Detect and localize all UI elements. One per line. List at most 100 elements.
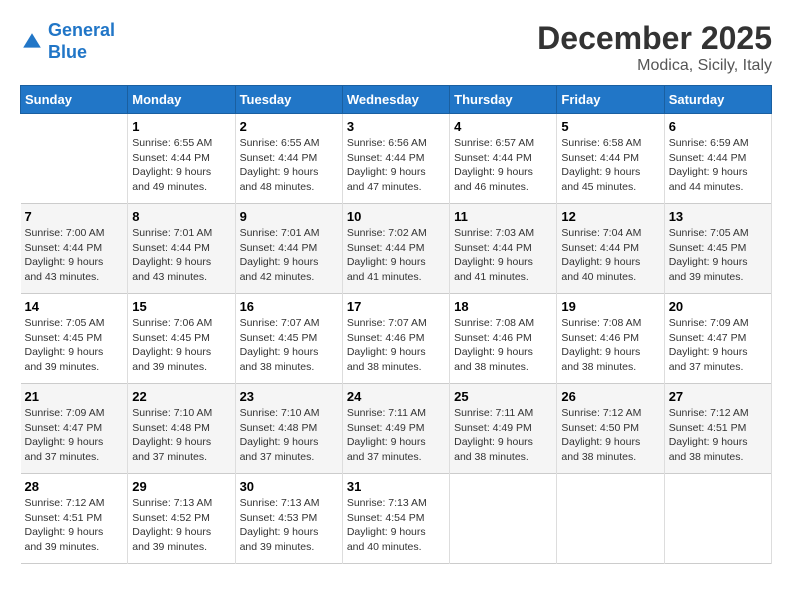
calendar-cell	[450, 474, 557, 564]
day-info: Sunrise: 7:05 AM Sunset: 4:45 PM Dayligh…	[25, 316, 124, 375]
day-info: Sunrise: 6:59 AM Sunset: 4:44 PM Dayligh…	[669, 136, 767, 195]
logo-line1: General	[48, 20, 115, 40]
day-number: 4	[454, 119, 552, 134]
calendar-cell: 5 Sunrise: 6:58 AM Sunset: 4:44 PM Daylig…	[557, 114, 664, 204]
day-info: Sunrise: 7:13 AM Sunset: 4:54 PM Dayligh…	[347, 496, 445, 555]
calendar-cell: 3 Sunrise: 6:56 AM Sunset: 4:44 PM Daylig…	[342, 114, 449, 204]
day-info: Sunrise: 6:56 AM Sunset: 4:44 PM Dayligh…	[347, 136, 445, 195]
calendar-cell: 28 Sunrise: 7:12 AM Sunset: 4:51 PM Dayli…	[21, 474, 128, 564]
day-number: 9	[240, 209, 338, 224]
day-number: 12	[561, 209, 659, 224]
calendar-cell: 2 Sunrise: 6:55 AM Sunset: 4:44 PM Daylig…	[235, 114, 342, 204]
day-info: Sunrise: 7:11 AM Sunset: 4:49 PM Dayligh…	[347, 406, 445, 465]
logo-text: General Blue	[48, 20, 115, 63]
calendar-cell	[664, 474, 771, 564]
calendar-cell: 8Sunrise: 7:01 AM Sunset: 4:44 PM Daylig…	[128, 204, 235, 294]
day-info: Sunrise: 7:12 AM Sunset: 4:51 PM Dayligh…	[25, 496, 124, 555]
day-number: 23	[240, 389, 338, 404]
calendar-cell: 23 Sunrise: 7:10 AM Sunset: 4:48 PM Dayli…	[235, 384, 342, 474]
day-info: Sunrise: 6:57 AM Sunset: 4:44 PM Dayligh…	[454, 136, 552, 195]
calendar-cell: 12 Sunrise: 7:04 AM Sunset: 4:44 PM Dayli…	[557, 204, 664, 294]
day-info: Sunrise: 7:07 AM Sunset: 4:46 PM Dayligh…	[347, 316, 445, 375]
day-number: 15	[132, 299, 230, 314]
day-number: 6	[669, 119, 767, 134]
calendar-cell: 10Sunrise: 7:02 AM Sunset: 4:44 PM Dayli…	[342, 204, 449, 294]
calendar-cell: 13 Sunrise: 7:05 AM Sunset: 4:45 PM Dayli…	[664, 204, 771, 294]
day-number: 8	[132, 209, 230, 224]
day-number: 5	[561, 119, 659, 134]
calendar-cell: 18 Sunrise: 7:08 AM Sunset: 4:46 PM Dayli…	[450, 294, 557, 384]
calendar-cell: 7Sunrise: 7:00 AM Sunset: 4:44 PM Daylig…	[21, 204, 128, 294]
day-info: Sunrise: 7:08 AM Sunset: 4:46 PM Dayligh…	[454, 316, 552, 375]
day-info: Sunrise: 7:09 AM Sunset: 4:47 PM Dayligh…	[669, 316, 767, 375]
day-info: Sunrise: 7:05 AM Sunset: 4:45 PM Dayligh…	[669, 226, 767, 285]
calendar-cell: 25Sunrise: 7:11 AM Sunset: 4:49 PM Dayli…	[450, 384, 557, 474]
calendar-cell: 31 Sunrise: 7:13 AM Sunset: 4:54 PM Dayli…	[342, 474, 449, 564]
day-number: 21	[25, 389, 124, 404]
calendar-cell: 21Sunrise: 7:09 AM Sunset: 4:47 PM Dayli…	[21, 384, 128, 474]
weekday-header: Saturday	[664, 86, 771, 114]
day-number: 2	[240, 119, 338, 134]
calendar-cell: 11 Sunrise: 7:03 AM Sunset: 4:44 PM Dayli…	[450, 204, 557, 294]
weekday-header: Sunday	[21, 86, 128, 114]
calendar-cell: 24 Sunrise: 7:11 AM Sunset: 4:49 PM Dayli…	[342, 384, 449, 474]
calendar-cell	[557, 474, 664, 564]
calendar-cell: 14 Sunrise: 7:05 AM Sunset: 4:45 PM Dayli…	[21, 294, 128, 384]
day-number: 14	[25, 299, 124, 314]
day-number: 24	[347, 389, 445, 404]
title-block: December 2025 Modica, Sicily, Italy	[537, 20, 772, 75]
day-info: Sunrise: 7:12 AM Sunset: 4:51 PM Dayligh…	[669, 406, 767, 465]
day-info: Sunrise: 7:07 AM Sunset: 4:45 PM Dayligh…	[240, 316, 338, 375]
day-info: Sunrise: 7:04 AM Sunset: 4:44 PM Dayligh…	[561, 226, 659, 285]
calendar-cell: 29Sunrise: 7:13 AM Sunset: 4:52 PM Dayli…	[128, 474, 235, 564]
calendar-cell: 15Sunrise: 7:06 AM Sunset: 4:45 PM Dayli…	[128, 294, 235, 384]
day-number: 31	[347, 479, 445, 494]
day-number: 30	[240, 479, 338, 494]
day-info: Sunrise: 7:10 AM Sunset: 4:48 PM Dayligh…	[240, 406, 338, 465]
day-number: 10	[347, 209, 445, 224]
day-number: 26	[561, 389, 659, 404]
day-info: Sunrise: 7:11 AM Sunset: 4:49 PM Dayligh…	[454, 406, 552, 465]
day-number: 13	[669, 209, 767, 224]
day-info: Sunrise: 6:58 AM Sunset: 4:44 PM Dayligh…	[561, 136, 659, 195]
calendar-week-row: 28 Sunrise: 7:12 AM Sunset: 4:51 PM Dayli…	[21, 474, 772, 564]
weekday-header: Monday	[128, 86, 235, 114]
day-number: 22	[132, 389, 230, 404]
day-info: Sunrise: 7:03 AM Sunset: 4:44 PM Dayligh…	[454, 226, 552, 285]
weekday-header-row: SundayMondayTuesdayWednesdayThursdayFrid…	[21, 86, 772, 114]
page-header: General Blue December 2025 Modica, Sicil…	[20, 20, 772, 75]
day-number: 1	[132, 119, 230, 134]
day-number: 27	[669, 389, 767, 404]
calendar-week-row: 1 Sunrise: 6:55 AM Sunset: 4:44 PM Daylig…	[21, 114, 772, 204]
calendar-cell: 30 Sunrise: 7:13 AM Sunset: 4:53 PM Dayli…	[235, 474, 342, 564]
calendar-week-row: 14 Sunrise: 7:05 AM Sunset: 4:45 PM Dayli…	[21, 294, 772, 384]
calendar-cell: 4 Sunrise: 6:57 AM Sunset: 4:44 PM Daylig…	[450, 114, 557, 204]
calendar-cell: 1 Sunrise: 6:55 AM Sunset: 4:44 PM Daylig…	[128, 114, 235, 204]
weekday-header: Tuesday	[235, 86, 342, 114]
day-number: 11	[454, 209, 552, 224]
day-number: 18	[454, 299, 552, 314]
day-info: Sunrise: 7:10 AM Sunset: 4:48 PM Dayligh…	[132, 406, 230, 465]
calendar-table: SundayMondayTuesdayWednesdayThursdayFrid…	[20, 85, 772, 564]
day-info: Sunrise: 7:01 AM Sunset: 4:44 PM Dayligh…	[240, 226, 338, 285]
day-info: Sunrise: 7:08 AM Sunset: 4:46 PM Dayligh…	[561, 316, 659, 375]
day-number: 7	[25, 209, 124, 224]
day-info: Sunrise: 6:55 AM Sunset: 4:44 PM Dayligh…	[132, 136, 230, 195]
day-number: 17	[347, 299, 445, 314]
calendar-cell: 22 Sunrise: 7:10 AM Sunset: 4:48 PM Dayli…	[128, 384, 235, 474]
calendar-week-row: 21Sunrise: 7:09 AM Sunset: 4:47 PM Dayli…	[21, 384, 772, 474]
day-info: Sunrise: 7:12 AM Sunset: 4:50 PM Dayligh…	[561, 406, 659, 465]
calendar-cell: 26 Sunrise: 7:12 AM Sunset: 4:50 PM Dayli…	[557, 384, 664, 474]
logo: General Blue	[20, 20, 115, 63]
weekday-header: Friday	[557, 86, 664, 114]
calendar-cell: 16Sunrise: 7:07 AM Sunset: 4:45 PM Dayli…	[235, 294, 342, 384]
day-info: Sunrise: 6:55 AM Sunset: 4:44 PM Dayligh…	[240, 136, 338, 195]
day-info: Sunrise: 7:13 AM Sunset: 4:53 PM Dayligh…	[240, 496, 338, 555]
day-number: 20	[669, 299, 767, 314]
day-number: 28	[25, 479, 124, 494]
calendar-cell	[21, 114, 128, 204]
calendar-week-row: 7Sunrise: 7:00 AM Sunset: 4:44 PM Daylig…	[21, 204, 772, 294]
weekday-header: Wednesday	[342, 86, 449, 114]
calendar-cell: 19Sunrise: 7:08 AM Sunset: 4:46 PM Dayli…	[557, 294, 664, 384]
day-number: 3	[347, 119, 445, 134]
